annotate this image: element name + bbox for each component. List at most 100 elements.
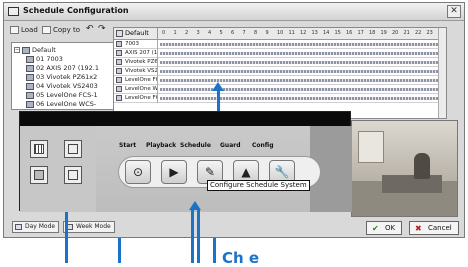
load-button[interactable]: Load bbox=[10, 26, 38, 34]
hour-label: 4 bbox=[208, 30, 212, 36]
menu-start[interactable]: Start bbox=[119, 142, 136, 149]
copy-icon bbox=[42, 26, 51, 34]
tree-item-label: 03 Vivotek PZ61x2 bbox=[36, 73, 98, 81]
schedule-timeline-bar[interactable] bbox=[160, 70, 442, 73]
video-preview bbox=[351, 120, 458, 217]
preview-window bbox=[358, 131, 384, 163]
camera-icon bbox=[116, 95, 122, 101]
close-button[interactable]: ✕ bbox=[447, 5, 461, 18]
hour-label: 20 bbox=[392, 30, 399, 36]
hour-label: 10 bbox=[277, 30, 284, 36]
annotation-arrow-grid bbox=[217, 91, 220, 111]
schedule-row-name: Vivotek VS240 bbox=[125, 68, 158, 74]
grid-icon bbox=[116, 30, 123, 37]
tree-item[interactable]: 01 7003 bbox=[26, 55, 63, 63]
grid-header-default: Default bbox=[114, 28, 158, 40]
schedule-row[interactable]: LevelOne WC bbox=[114, 85, 446, 94]
tree-item[interactable]: 03 Vivotek PZ61x2 bbox=[26, 73, 97, 81]
schedule-timeline-bar[interactable] bbox=[160, 43, 442, 46]
ok-label: OK bbox=[385, 224, 396, 232]
tree-item-label: 05 LevelOne FCS-1 bbox=[36, 91, 98, 99]
guard-icon: ▲ bbox=[241, 165, 251, 179]
tree-item[interactable]: 06 LevelOne WCS- bbox=[26, 100, 96, 108]
tree-item[interactable]: 02 AXIS 207 (192.1 bbox=[26, 64, 99, 72]
schedule-row-name: AXIS 207 (192 bbox=[125, 50, 158, 56]
schedule-row-label: LevelOne WC bbox=[114, 85, 158, 94]
vertical-scrollbar[interactable] bbox=[438, 28, 446, 118]
start-button[interactable]: ⊙ bbox=[125, 160, 151, 184]
annotation-line-left bbox=[65, 212, 68, 263]
hour-label: 11 bbox=[288, 30, 295, 36]
schedule-grid[interactable]: Default 0 1 2 3 4 5 6 7 8 9 10 11 12 13 14 15 16 17 18 19 20… bbox=[113, 27, 447, 119]
tree-item-label: 01 7003 bbox=[36, 55, 63, 63]
tree-item[interactable]: 05 LevelOne FCS-1 bbox=[26, 91, 98, 99]
schedule-row[interactable]: Vivotek PZ61x bbox=[114, 58, 446, 67]
hour-label: 2 bbox=[185, 30, 189, 36]
hour-label: 9 bbox=[265, 30, 269, 36]
refresh-button[interactable] bbox=[64, 140, 82, 158]
hour-label: 18 bbox=[369, 30, 376, 36]
refresh-icon bbox=[68, 144, 78, 154]
copy-to-button[interactable]: Copy to bbox=[42, 26, 80, 34]
zoomed-toolbar-overlay: Start Playback Schedule Guard Config ⊙ ▶… bbox=[19, 111, 352, 212]
hour-label: 5 bbox=[219, 30, 223, 36]
hour-label: 3 bbox=[196, 30, 200, 36]
hour-label: 1 bbox=[173, 30, 177, 36]
hour-label: 17 bbox=[357, 30, 364, 36]
schedule-timeline-bar[interactable] bbox=[160, 52, 442, 55]
schedule-row[interactable]: LevelOne FCS bbox=[114, 76, 446, 85]
day-mode-label: Day Mode bbox=[25, 223, 56, 230]
schedule-row-label: LevelOne FC3 bbox=[114, 94, 158, 103]
schedule-row[interactable]: AXIS 207 (192 bbox=[114, 49, 446, 58]
preview-person bbox=[414, 153, 430, 179]
dialog-title: Schedule Configuration bbox=[23, 6, 129, 15]
grid-layout-icon bbox=[34, 144, 44, 154]
hour-label: 8 bbox=[254, 30, 258, 36]
schedule-row-name: LevelOne FC3 bbox=[125, 95, 157, 101]
schedule-timeline-bar[interactable] bbox=[160, 97, 442, 100]
camera-icon bbox=[26, 82, 34, 90]
config-icon: 🔧 bbox=[274, 165, 290, 179]
camera-icon bbox=[116, 59, 122, 65]
menu-config[interactable]: Config bbox=[252, 142, 274, 149]
schedule-row-label: LevelOne FCS bbox=[114, 76, 158, 85]
camera-icon bbox=[116, 77, 122, 83]
grid-header: Default 0 1 2 3 4 5 6 7 8 9 10 11 12 13 14 15 16 17 18 19 20… bbox=[114, 28, 446, 40]
menu-playback[interactable]: Playback bbox=[146, 142, 176, 149]
check-icon: ✔ bbox=[372, 224, 379, 233]
schedule-tooltip: Configure Schedule System bbox=[207, 180, 310, 191]
hour-label: 0 bbox=[162, 30, 166, 36]
hour-label: 6 bbox=[231, 30, 235, 36]
fullscreen-button[interactable] bbox=[64, 166, 82, 184]
playback-button[interactable]: ▶ bbox=[161, 160, 187, 184]
layout-grid-button[interactable] bbox=[30, 140, 48, 158]
cancel-button[interactable]: ✖ Cancel bbox=[409, 221, 459, 235]
hour-label: 13 bbox=[311, 30, 318, 36]
schedule-timeline-bar[interactable] bbox=[160, 61, 442, 64]
camera-icon bbox=[116, 86, 122, 92]
ok-button[interactable]: ✔ OK bbox=[366, 221, 403, 235]
layout-single-button[interactable] bbox=[30, 166, 48, 184]
day-mode-button[interactable]: Day Mode bbox=[12, 221, 60, 233]
camera-icon bbox=[116, 41, 122, 47]
menu-guard[interactable]: Guard bbox=[220, 142, 241, 149]
schedule-timeline-bar[interactable] bbox=[160, 79, 442, 82]
preview-desk bbox=[382, 175, 442, 193]
tree-root[interactable]: − Default bbox=[14, 46, 56, 54]
redo-button[interactable]: ↷ bbox=[98, 24, 106, 34]
copy-label: Copy to bbox=[53, 26, 81, 34]
cancel-label: Cancel bbox=[428, 224, 452, 232]
schedule-row[interactable]: LevelOne FC3 bbox=[114, 94, 446, 103]
hour-label: 15 bbox=[334, 30, 341, 36]
schedule-timeline-bar[interactable] bbox=[160, 88, 442, 91]
tree-item-label: 04 Vivotek VS2403 bbox=[36, 82, 98, 90]
undo-button[interactable]: ↶ bbox=[86, 24, 94, 34]
annotation-arrowhead-grid bbox=[212, 82, 224, 91]
collapse-icon[interactable]: − bbox=[14, 47, 20, 53]
week-mode-button[interactable]: Week Mode bbox=[63, 221, 115, 233]
tree-item[interactable]: 04 Vivotek VS2403 bbox=[26, 82, 98, 90]
schedule-row[interactable]: Vivotek VS240 bbox=[114, 67, 446, 76]
camera-icon bbox=[26, 100, 34, 108]
menu-schedule[interactable]: Schedule bbox=[180, 142, 211, 149]
schedule-row[interactable]: 7003 bbox=[114, 40, 446, 49]
